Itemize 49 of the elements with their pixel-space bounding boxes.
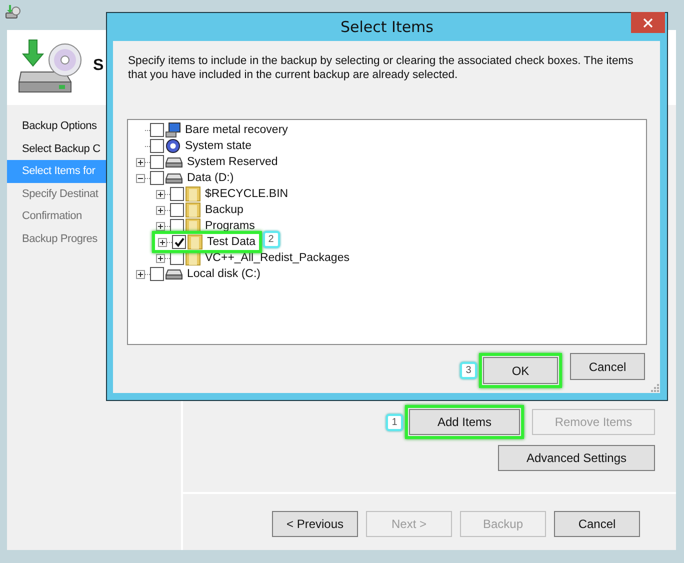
folder-icon bbox=[185, 186, 201, 202]
advanced-settings-button[interactable]: Advanced Settings bbox=[498, 445, 655, 471]
drive-icon bbox=[165, 268, 183, 280]
tree-item[interactable]: Backup bbox=[205, 204, 244, 216]
tree-item[interactable]: System state bbox=[185, 140, 252, 152]
tree-item[interactable]: Bare metal recovery bbox=[185, 124, 288, 136]
checkbox[interactable] bbox=[150, 267, 164, 281]
close-icon bbox=[643, 18, 653, 28]
resize-grip-icon[interactable] bbox=[650, 383, 659, 392]
tree-item[interactable]: Programs bbox=[205, 220, 255, 232]
cancel-button[interactable]: Cancel bbox=[570, 353, 645, 380]
computer-icon bbox=[165, 122, 181, 138]
tree-item[interactable]: VC++_All_Redist_Packages bbox=[205, 252, 350, 264]
expand-icon[interactable] bbox=[156, 222, 165, 230]
checkbox[interactable] bbox=[150, 139, 164, 153]
expand-icon[interactable] bbox=[158, 238, 167, 246]
tree-item[interactable]: Test Data bbox=[207, 236, 256, 248]
checkbox[interactable] bbox=[150, 171, 164, 185]
backup-app-icon bbox=[5, 4, 21, 20]
tree-item[interactable]: Local disk (C:) bbox=[187, 268, 260, 280]
tree-item[interactable]: $RECYCLE.BIN bbox=[205, 188, 288, 200]
drive-icon bbox=[165, 172, 183, 184]
add-items-button[interactable]: Add Items bbox=[409, 409, 520, 435]
folder-icon bbox=[187, 234, 203, 250]
drive-icon bbox=[165, 156, 183, 168]
checkbox[interactable] bbox=[172, 235, 186, 249]
ok-button[interactable]: OK bbox=[483, 357, 558, 384]
expand-icon[interactable] bbox=[156, 190, 165, 198]
callout-badge: 3 bbox=[460, 362, 477, 379]
expand-icon[interactable] bbox=[136, 158, 145, 166]
checkbox[interactable] bbox=[170, 203, 184, 217]
checkbox[interactable] bbox=[150, 155, 164, 169]
tree-item[interactable]: Data (D:) bbox=[187, 172, 234, 184]
callout-badge: 1 bbox=[386, 414, 403, 431]
collapse-icon[interactable] bbox=[136, 174, 145, 182]
wizard-nav-button[interactable]: Cancel bbox=[554, 511, 640, 537]
checkbox[interactable] bbox=[150, 123, 164, 137]
expand-icon[interactable] bbox=[156, 206, 165, 214]
callout-badge: 2 bbox=[262, 231, 280, 248]
page-title: S bbox=[93, 56, 104, 74]
tree-item[interactable]: System Reserved bbox=[187, 156, 278, 168]
instruction-text: Specify items to include in the backup by selecting or clearing the associated check boxes. The items that you have included in the current backup are already selected. bbox=[128, 55, 634, 82]
close-button[interactable] bbox=[631, 12, 665, 33]
expand-icon[interactable] bbox=[156, 254, 165, 262]
checkbox[interactable] bbox=[170, 187, 184, 201]
dialog-title: Select Items bbox=[340, 18, 434, 36]
wizard-nav-button[interactable]: < Previous bbox=[272, 511, 358, 537]
folder-icon bbox=[185, 202, 201, 218]
expand-icon[interactable] bbox=[136, 270, 145, 278]
